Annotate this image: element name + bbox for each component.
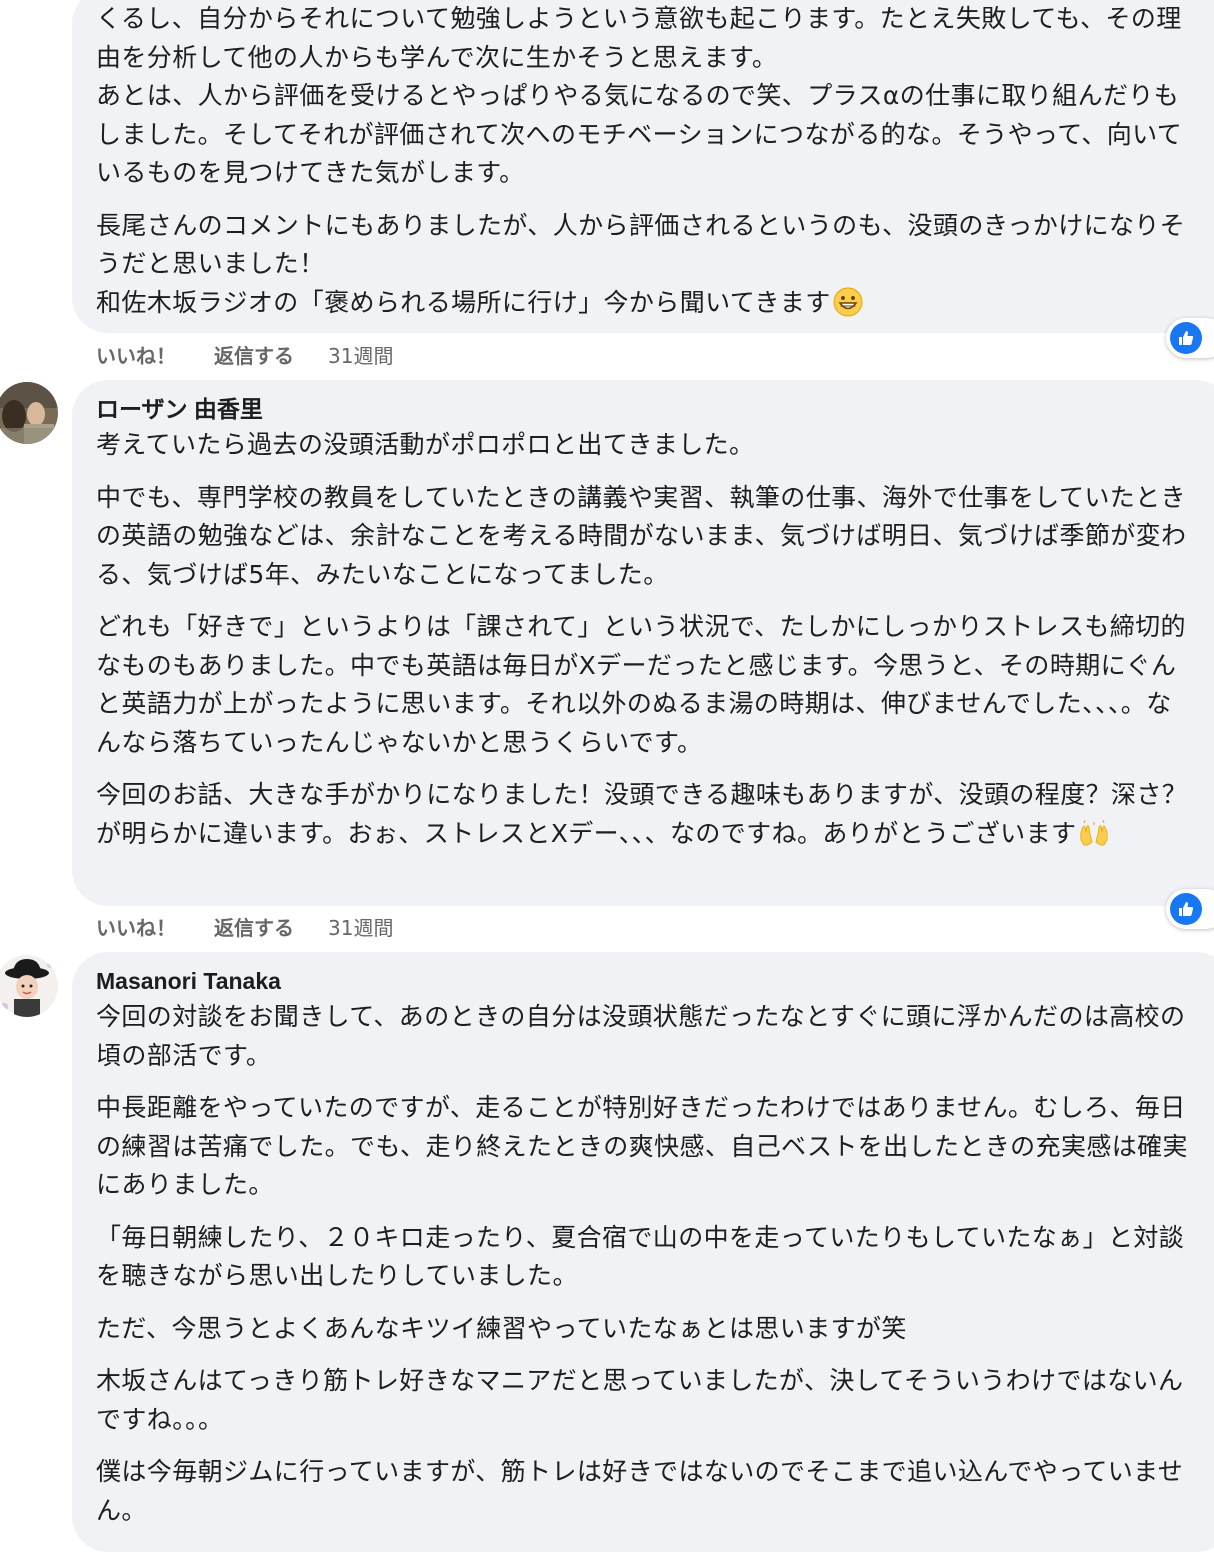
comment-2-paragraph-4-text: 今回のお話、大きな手がかりになりました！没頭できる趣味もありますが、没頭の程度？… [96, 780, 1188, 848]
like-reaction-icon [1170, 893, 1202, 925]
like-reaction-badge-2[interactable] [1166, 889, 1214, 929]
comment-bubble-3: Masanori Tanaka 今回の対談をお聞きして、あのときの自分は没頭状態… [72, 952, 1214, 1552]
comment-1-like-link[interactable]: いいね！ [96, 340, 176, 369]
comment-2-paragraph-4: 今回のお話、大きな手がかりになりました！没頭できる趣味もありますが、没頭の程度？… [96, 776, 1192, 859]
comment-bubble-1: くるし、自分からそれについて勉強しようという意欲も起こります。たとえ失敗しても、… [72, 0, 1214, 333]
comment-2-timestamp[interactable]: 31週間 [328, 912, 393, 941]
comment-bubble-2: ローザン 由香里 考えていたら過去の没頭活動がポロポロと出てきました。 中でも、… [72, 380, 1214, 906]
comment-1-paragraph-2: 長尾さんのコメントにもありましたが、人から評価されるというのも、没頭のきっかけに… [96, 207, 1192, 329]
like-reaction-icon [1170, 322, 1202, 354]
comment-2-paragraph-1: 考えていたら過去の没頭活動がポロポロと出てきました。 [96, 430, 755, 459]
comment-1-reply-link[interactable]: 返信する [214, 340, 294, 369]
comment-1-actions: いいね！ 返信する 31週間 [96, 340, 393, 369]
comment-2-paragraph-3: どれも「好きで」というよりは「課されて」という状況で、たしかにしっかりストレスも… [96, 612, 1186, 757]
comment-3-paragraph-5: 木坂さんはてっきり筋トレ好きなマニアだと思っていましたが、決してそういうわけでは… [96, 1366, 1184, 1434]
comment-3-paragraph-3: 「毎日朝練したり、２０キロ走ったり、夏合宿で山の中を走っていたりもしていたなぁ」… [96, 1222, 1185, 1291]
comment-3-paragraph-6: 僕は今毎朝ジムに行っていますが、筋トレは好きではないのでそこまで追い込んでやって… [96, 1457, 1184, 1525]
comment-2-paragraph-2: 中でも、専門学校の教員をしていたときの講義や実習、執筆の仕事、海外で仕事をしてい… [96, 482, 1187, 589]
comment-3-paragraph-1: 今回の対談をお聞きして、あのときの自分は没頭状態だったなとすぐに頭に浮かんだのは… [96, 1002, 1186, 1070]
comment-3-paragraph-4: ただ、今思うとよくあんなキツイ練習やっていたなぁとは思いますが笑 [96, 1313, 907, 1343]
like-reaction-badge-1[interactable] [1166, 318, 1214, 358]
avatar-yukari[interactable] [0, 382, 58, 444]
comment-2-author[interactable]: ローザン 由香里 [96, 396, 1192, 422]
comment-2-reply-link[interactable]: 返信する [214, 912, 294, 941]
comment-3-author[interactable]: Masanori Tanaka [96, 968, 1192, 994]
comment-2-like-link[interactable]: いいね！ [96, 912, 176, 941]
comment-1-paragraph-1: くるし、自分からそれについて勉強しようという意欲も起こります。たとえ失敗しても、… [96, 4, 1183, 187]
comment-3-paragraph-2: 中長距離をやっていたのですが、走ることが特別好きだったわけではありません。むしろ… [96, 1093, 1188, 1199]
raising-hands-icon [1078, 819, 1110, 860]
comment-2-actions: いいね！ 返信する 31週間 [96, 912, 393, 941]
comment-1-timestamp[interactable]: 31週間 [328, 340, 393, 369]
comment-1-paragraph-2-text: 長尾さんのコメントにもありましたが、人から評価されるというのも、没頭のきっかけに… [96, 210, 1186, 317]
grinning-face-icon [833, 287, 863, 329]
avatar-masanori[interactable] [0, 955, 58, 1017]
